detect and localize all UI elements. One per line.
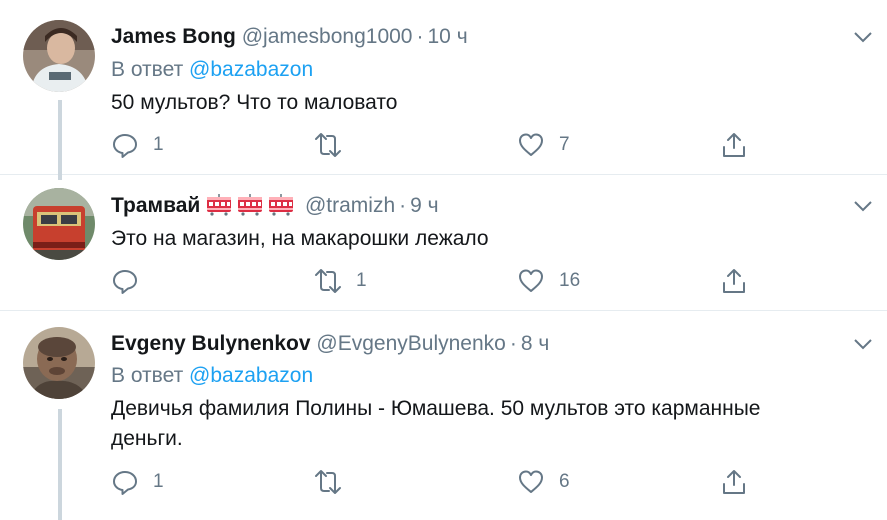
user-handle[interactable]: @jamesbong1000 bbox=[242, 25, 413, 48]
tweet-actions: 1 16 bbox=[0, 266, 887, 296]
tram-car-emoji bbox=[269, 194, 294, 216]
avatar[interactable] bbox=[23, 327, 95, 399]
tweet-text: Девичья фамилия Полины - Юмашева. 50 мул… bbox=[111, 397, 761, 450]
dot-separator: · bbox=[416, 25, 424, 48]
retweet-icon bbox=[315, 470, 341, 494]
heart-icon bbox=[519, 133, 543, 156]
chevron-down-icon[interactable] bbox=[853, 30, 873, 44]
like-count: 16 bbox=[559, 270, 581, 291]
like-button[interactable]: 6 bbox=[517, 467, 570, 497]
dot-separator: · bbox=[399, 194, 407, 217]
tweet[interactable]: James Bong @jamesbong1000 · 10 ч В ответ @… bbox=[0, 0, 887, 180]
share-icon bbox=[723, 133, 745, 157]
retweet-button[interactable] bbox=[314, 467, 356, 497]
retweet-count: 1 bbox=[356, 270, 367, 291]
tweet-header: James Bong @jamesbong1000 · 10 ч bbox=[111, 24, 468, 50]
reply-count: 1 bbox=[153, 134, 164, 155]
reply-to-link[interactable]: @bazabazon bbox=[189, 58, 313, 81]
tweet-text: 50 мультов? Что то маловато bbox=[111, 91, 398, 114]
like-button[interactable]: 7 bbox=[517, 130, 570, 160]
heart-icon bbox=[519, 470, 543, 493]
user-handle[interactable]: @EvgenyBulynenko bbox=[316, 332, 505, 355]
reply-prefix: В ответ bbox=[111, 58, 184, 81]
like-button[interactable]: 16 bbox=[517, 266, 580, 296]
replying-to: В ответ @bazabazon bbox=[111, 57, 313, 83]
avatar[interactable] bbox=[23, 20, 95, 92]
reply-button[interactable]: 1 bbox=[111, 467, 164, 497]
tweet-header: Evgeny Bulynenkov @EvgenyBulynenko · 8 ч bbox=[111, 331, 549, 357]
chevron-down-icon[interactable] bbox=[853, 199, 873, 213]
tweet[interactable]: Evgeny Bulynenkov @EvgenyBulynenko · 8 ч В… bbox=[0, 311, 887, 520]
reply-button[interactable]: 1 bbox=[111, 130, 164, 160]
like-count: 6 bbox=[559, 471, 570, 492]
reply-icon bbox=[113, 471, 137, 495]
retweet-button[interactable]: 1 bbox=[314, 266, 367, 296]
reply-icon bbox=[113, 134, 137, 158]
avatar[interactable] bbox=[23, 188, 95, 260]
reply-to-link[interactable]: @bazabazon bbox=[189, 364, 313, 387]
display-name[interactable]: Evgeny Bulynenkov bbox=[111, 332, 311, 355]
tweet-text: Это на магазин, на макарошки лежало bbox=[111, 227, 489, 250]
share-icon bbox=[723, 269, 745, 293]
replying-to: В ответ @bazabazon bbox=[111, 363, 313, 389]
tram-car-emoji bbox=[207, 194, 232, 216]
timestamp[interactable]: 9 ч bbox=[410, 194, 438, 217]
reply-icon bbox=[113, 270, 137, 294]
retweet-icon bbox=[315, 269, 341, 293]
share-icon bbox=[723, 470, 745, 494]
dot-separator: · bbox=[509, 332, 517, 355]
tweet[interactable]: Трамвай @tramizh · 9 ч Это на магазин, на … bbox=[0, 175, 887, 311]
tweet-actions: 1 7 bbox=[0, 130, 887, 160]
retweet-icon bbox=[315, 133, 341, 157]
share-button[interactable] bbox=[720, 467, 748, 497]
reply-count: 1 bbox=[153, 471, 164, 492]
display-name[interactable]: Трамвай bbox=[111, 194, 200, 217]
share-button[interactable] bbox=[720, 266, 748, 296]
timestamp[interactable]: 10 ч bbox=[428, 25, 468, 48]
display-name[interactable]: James Bong bbox=[111, 25, 236, 48]
timestamp[interactable]: 8 ч bbox=[521, 332, 549, 355]
reply-prefix: В ответ bbox=[111, 364, 184, 387]
reply-button[interactable] bbox=[111, 266, 153, 296]
thread-line bbox=[58, 409, 62, 520]
user-handle[interactable]: @tramizh bbox=[305, 194, 395, 217]
tram-car-emoji bbox=[238, 194, 263, 216]
tweet-actions: 1 6 bbox=[0, 467, 887, 497]
tweet-header: Трамвай @tramizh · 9 ч bbox=[111, 193, 439, 219]
like-count: 7 bbox=[559, 134, 570, 155]
share-button[interactable] bbox=[720, 130, 748, 160]
retweet-button[interactable] bbox=[314, 130, 356, 160]
heart-icon bbox=[519, 269, 543, 292]
chevron-down-icon[interactable] bbox=[853, 337, 873, 351]
